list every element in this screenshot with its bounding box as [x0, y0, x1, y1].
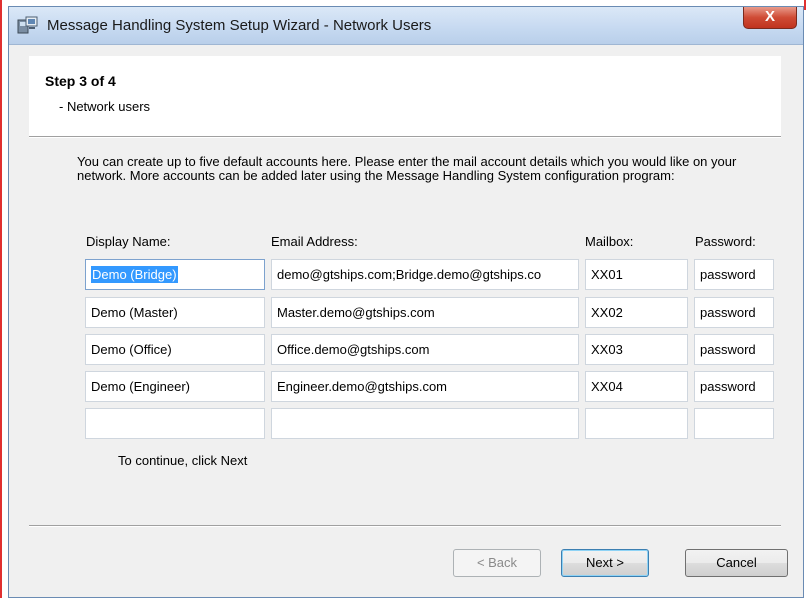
step-subtitle: - Network users [59, 99, 151, 114]
mailbox-field-1[interactable]: XX01 [585, 259, 688, 290]
close-icon: X [764, 8, 775, 25]
selected-text: Demo (Bridge) [91, 266, 178, 283]
column-header-email: Email Address: [271, 234, 358, 249]
display-name-field-5[interactable] [85, 408, 265, 439]
cancel-button[interactable]: Cancel [685, 549, 788, 577]
title-bar[interactable]: Message Handling System Setup Wizard - N… [9, 7, 803, 45]
mailbox-field-2[interactable]: XX02 [585, 297, 688, 328]
display-name-field-4[interactable]: Demo (Engineer) [85, 371, 265, 402]
password-field-3[interactable]: password [694, 334, 774, 365]
footer-divider-highlight [29, 526, 781, 527]
display-name-field-2[interactable]: Demo (Master) [85, 297, 265, 328]
column-header-display-name: Display Name: [86, 234, 171, 249]
next-button[interactable]: Next > [561, 549, 649, 577]
email-field-2[interactable]: Master.demo@gtships.com [271, 297, 579, 328]
continue-hint: To continue, click Next [118, 453, 248, 468]
window-title: Message Handling System Setup Wizard - N… [47, 17, 432, 34]
mailbox-field-3[interactable]: XX03 [585, 334, 688, 365]
email-field-3[interactable]: Office.demo@gtships.com [271, 334, 579, 365]
close-button[interactable]: X [743, 7, 797, 29]
password-field-5[interactable] [694, 408, 774, 439]
wizard-header: Step 3 of 4 - Network users [29, 56, 781, 136]
column-header-mailbox: Mailbox: [585, 234, 634, 249]
email-field-5[interactable] [271, 408, 579, 439]
column-header-password: Password: [695, 234, 756, 249]
display-name-field-1[interactable]: Demo (Bridge) [85, 259, 265, 290]
header-divider-highlight [29, 137, 781, 138]
setup-wizard-icon [17, 15, 39, 35]
mailbox-field-5[interactable] [585, 408, 688, 439]
email-field-1[interactable]: demo@gtships.com;Bridge.demo@gtships.co [271, 259, 579, 290]
email-field-4[interactable]: Engineer.demo@gtships.com [271, 371, 579, 402]
password-field-2[interactable]: password [694, 297, 774, 328]
mailbox-field-4[interactable]: XX04 [585, 371, 688, 402]
back-button[interactable]: < Back [453, 549, 541, 577]
intro-text: You can create up to five default accoun… [77, 154, 737, 183]
wizard-window: Message Handling System Setup Wizard - N… [8, 6, 804, 598]
screen-edge [0, 0, 2, 598]
display-name-field-3[interactable]: Demo (Office) [85, 334, 265, 365]
password-field-1[interactable]: password [694, 259, 774, 290]
step-title: Step 3 of 4 [45, 73, 116, 89]
password-field-4[interactable]: password [694, 371, 774, 402]
